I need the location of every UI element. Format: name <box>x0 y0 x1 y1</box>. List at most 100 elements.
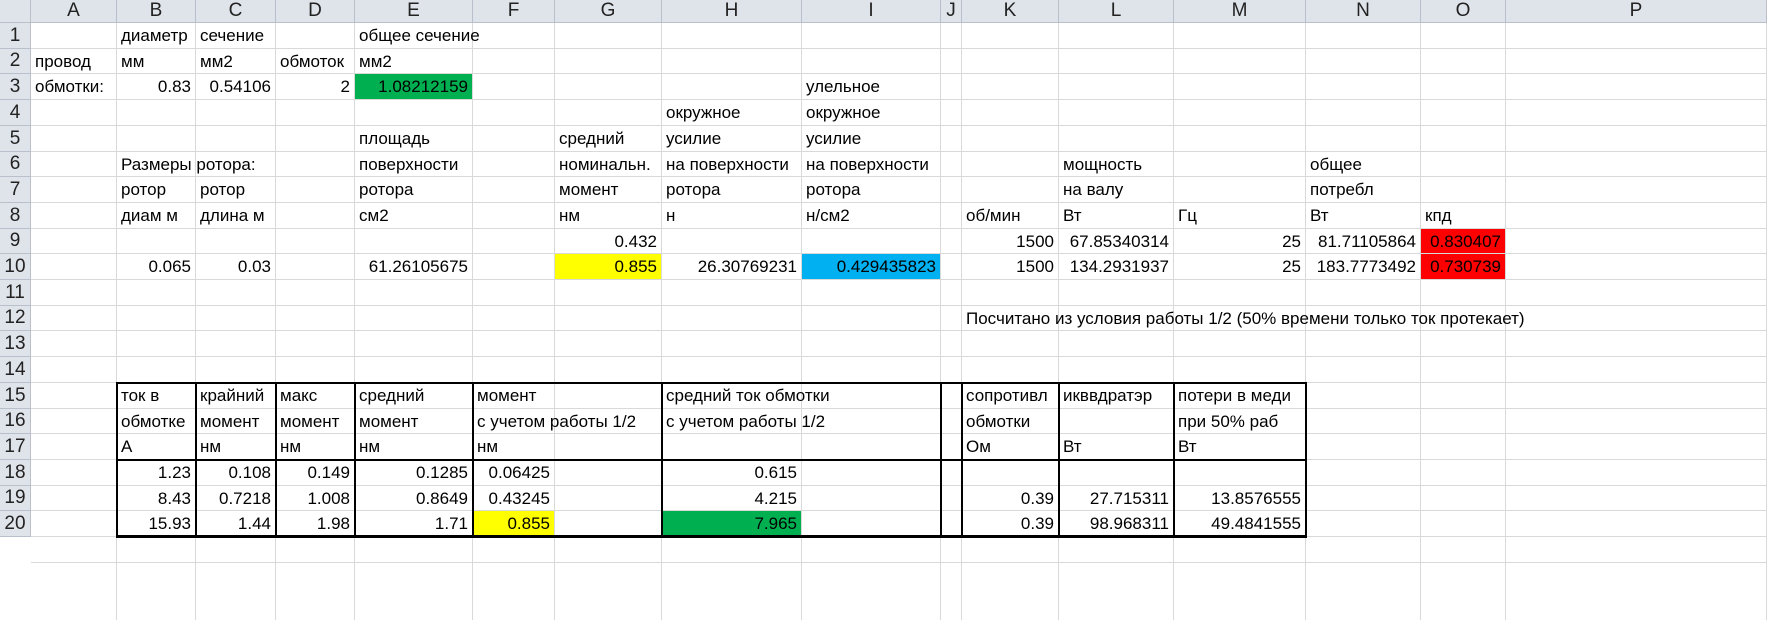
cell-b8[interactable]: диам м <box>117 203 195 228</box>
cell-i6[interactable]: на поверхности <box>802 152 940 176</box>
row-header-10[interactable]: 10 <box>0 254 31 280</box>
cell-i3[interactable]: улельное <box>802 74 940 99</box>
cell-b3[interactable]: 0.83 <box>117 74 195 99</box>
cell-c19[interactable]: 0.7218 <box>196 486 275 510</box>
cell-c3[interactable]: 0.54106 <box>196 74 275 99</box>
cell-f16[interactable]: с учетом работы 1/2 <box>473 409 636 433</box>
cell-h7[interactable]: ротора <box>662 177 801 202</box>
column-header-L[interactable]: L <box>1059 0 1174 23</box>
column-header-C[interactable]: C <box>196 0 276 23</box>
cell-b17[interactable]: А <box>117 434 195 459</box>
select-all-corner[interactable] <box>0 0 31 23</box>
cell-g5[interactable]: средний <box>555 126 661 151</box>
cell-f19[interactable]: 0.43245 <box>473 486 554 510</box>
cell-k8[interactable]: об/мин <box>962 203 1058 228</box>
cell-n6[interactable]: общее <box>1306 152 1420 176</box>
column-header-B[interactable]: B <box>117 0 196 23</box>
cell-k12[interactable]: Посчитано из условия работы 1/2 (50% вре… <box>962 306 1525 330</box>
row-header-4[interactable]: 4 <box>0 100 31 126</box>
cell-d15[interactable]: макс <box>276 383 354 408</box>
cell-b2[interactable]: мм <box>117 49 195 73</box>
cell-i4[interactable]: окружное <box>802 100 940 125</box>
column-header-F[interactable]: F <box>473 0 555 23</box>
cell-h16[interactable]: с учетом работы 1/2 <box>662 409 825 433</box>
cell-e16[interactable]: момент <box>355 409 472 433</box>
row-header-12[interactable]: 12 <box>0 306 31 331</box>
row-header-16[interactable]: 16 <box>0 409 31 434</box>
column-header-H[interactable]: H <box>662 0 802 23</box>
cell-d2[interactable]: обмоток <box>276 49 354 73</box>
column-header-O[interactable]: O <box>1421 0 1506 23</box>
cell-b7[interactable]: ротор <box>117 177 195 202</box>
row-header-9[interactable]: 9 <box>0 229 31 254</box>
column-header-N[interactable]: N <box>1306 0 1421 23</box>
cell-h18[interactable]: 0.615 <box>662 460 801 485</box>
column-header-D[interactable]: D <box>276 0 355 23</box>
cell-e19[interactable]: 0.8649 <box>355 486 472 510</box>
cell-m8[interactable]: Гц <box>1174 203 1305 228</box>
cell-m19[interactable]: 13.8576555 <box>1174 486 1305 510</box>
cell-b15[interactable]: ток в <box>117 383 195 408</box>
row-header-7[interactable]: 7 <box>0 177 31 203</box>
cell-k15[interactable]: сопротивл <box>962 383 1058 408</box>
cell-c1[interactable]: сечение <box>196 23 275 48</box>
cell-k19[interactable]: 0.39 <box>962 486 1058 510</box>
cell-i10[interactable]: 0.429435823 <box>802 254 940 279</box>
cell-i7[interactable]: ротора <box>802 177 940 202</box>
cell-k20[interactable]: 0.39 <box>962 511 1058 536</box>
cell-c2[interactable]: мм2 <box>196 49 275 73</box>
cell-g6[interactable]: номинальн. <box>555 152 661 176</box>
cell-o10[interactable]: 0.730739 <box>1421 254 1505 279</box>
cell-e3[interactable]: 1.08212159 <box>355 74 472 99</box>
cell-b6[interactable]: Размеры ротора: <box>117 152 256 176</box>
column-header-E[interactable]: E <box>355 0 473 23</box>
cell-m16[interactable]: при 50% раб <box>1174 409 1305 433</box>
cell-c18[interactable]: 0.108 <box>196 460 275 485</box>
cell-b10[interactable]: 0.065 <box>117 254 195 279</box>
cell-d18[interactable]: 0.149 <box>276 460 354 485</box>
cell-h10[interactable]: 26.30769231 <box>662 254 801 279</box>
column-header-M[interactable]: M <box>1174 0 1306 23</box>
cell-a2[interactable]: провод <box>31 49 116 73</box>
cell-m15[interactable]: потери в меди <box>1174 383 1305 408</box>
cell-l6[interactable]: мощность <box>1059 152 1173 176</box>
cell-d20[interactable]: 1.98 <box>276 511 354 536</box>
cell-h15[interactable]: средний ток обмотки <box>662 383 830 408</box>
column-header-J[interactable]: J <box>941 0 962 23</box>
cell-f20[interactable]: 0.855 <box>473 511 554 536</box>
cell-c20[interactable]: 1.44 <box>196 511 275 536</box>
cell-d17[interactable]: нм <box>276 434 354 459</box>
cell-m17[interactable]: Вт <box>1174 434 1305 459</box>
cell-f17[interactable]: нм <box>473 434 554 459</box>
cell-c17[interactable]: нм <box>196 434 275 459</box>
column-header-I[interactable]: I <box>802 0 941 23</box>
cell-n7[interactable]: потребл <box>1306 177 1420 202</box>
row-header-17[interactable]: 17 <box>0 434 31 460</box>
cell-k17[interactable]: Ом <box>962 434 1058 459</box>
cell-e8[interactable]: см2 <box>355 203 472 228</box>
cell-o9[interactable]: 0.830407 <box>1421 229 1505 253</box>
cell-m10[interactable]: 25 <box>1174 254 1305 279</box>
row-header-15[interactable]: 15 <box>0 383 31 409</box>
cell-g7[interactable]: момент <box>555 177 661 202</box>
cell-k16[interactable]: обмотки <box>962 409 1058 433</box>
cell-m20[interactable]: 49.4841555 <box>1174 511 1305 536</box>
cell-h6[interactable]: на поверхности <box>662 152 801 176</box>
cell-d19[interactable]: 1.008 <box>276 486 354 510</box>
cell-b18[interactable]: 1.23 <box>117 460 195 485</box>
cell-e2[interactable]: мм2 <box>355 49 472 73</box>
row-header-3[interactable]: 3 <box>0 74 31 100</box>
cell-e5[interactable]: площадь <box>355 126 472 151</box>
cell-b19[interactable]: 8.43 <box>117 486 195 510</box>
row-header-2[interactable]: 2 <box>0 49 31 74</box>
cell-b20[interactable]: 15.93 <box>117 511 195 536</box>
cell-h8[interactable]: н <box>662 203 801 228</box>
cell-o8[interactable]: кпд <box>1421 203 1505 228</box>
cell-h4[interactable]: окружное <box>662 100 801 125</box>
cell-f15[interactable]: момент <box>473 383 554 408</box>
cell-k10[interactable]: 1500 <box>962 254 1058 279</box>
cell-l15[interactable]: икввдратэр <box>1059 383 1173 408</box>
cell-l17[interactable]: Вт <box>1059 434 1173 459</box>
cell-e10[interactable]: 61.26105675 <box>355 254 472 279</box>
cell-g9[interactable]: 0.432 <box>555 229 661 253</box>
